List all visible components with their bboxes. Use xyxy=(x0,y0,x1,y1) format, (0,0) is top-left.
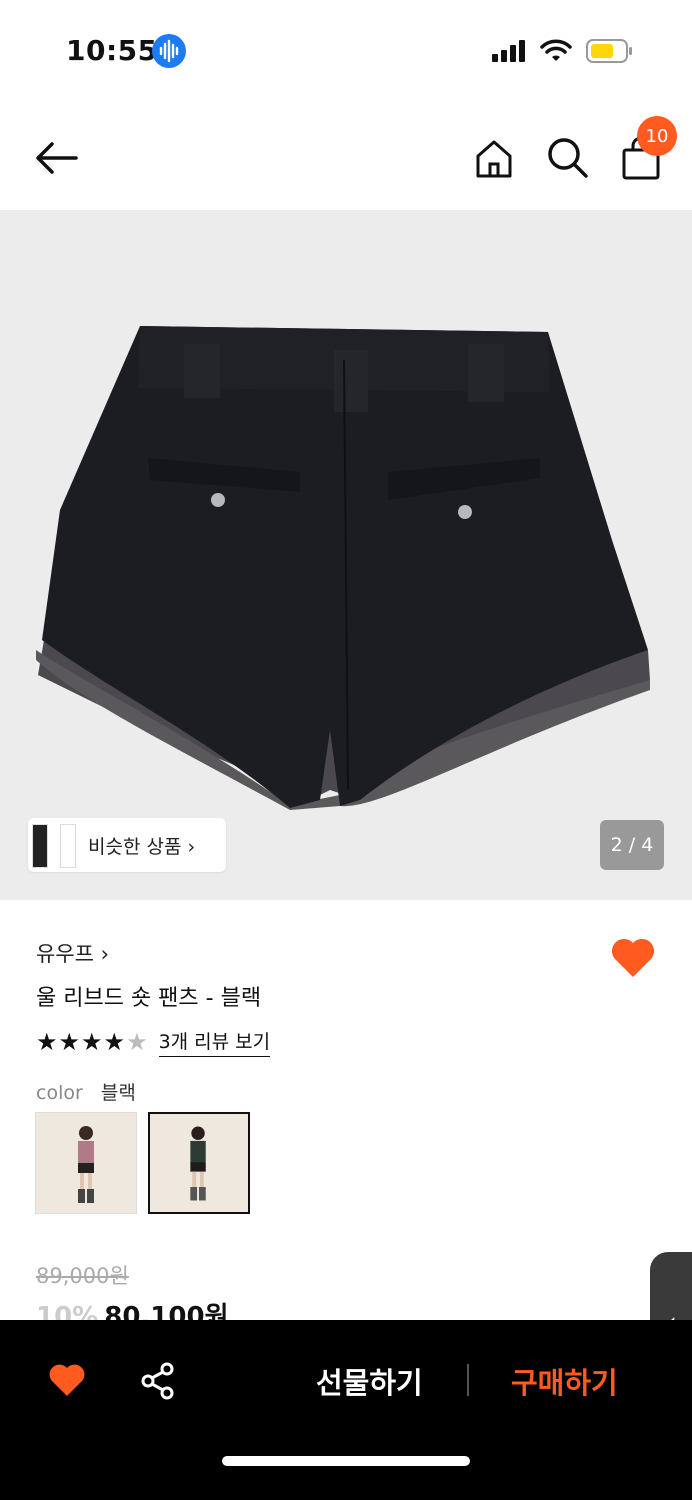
original-price: 89,000원 xyxy=(36,1264,129,1288)
sale-price: 80,100원 xyxy=(104,1302,229,1320)
similar-products-label: 비슷한 상품 › xyxy=(88,835,196,858)
wishlist-heart-icon[interactable] xyxy=(610,935,656,979)
product-image-gallery[interactable]: 비슷한 상품 › 2 / 4 xyxy=(0,210,692,900)
wifi-icon xyxy=(540,39,572,61)
buy-button[interactable]: 구매하기 xyxy=(511,1360,618,1402)
similar-thumbnails xyxy=(28,818,92,872)
rating-row: ★★★★★ 3개 리뷰 보기 xyxy=(36,1027,271,1057)
battery-icon xyxy=(586,39,632,63)
color-swatch-1[interactable] xyxy=(35,1112,137,1214)
color-row: color 블랙 xyxy=(36,1078,136,1105)
product-name: 울 리브드 숏 팬츠 - 블랙 xyxy=(36,986,262,1011)
top-nav: 10 xyxy=(0,110,692,206)
share-icon[interactable] xyxy=(140,1362,176,1400)
signal-icon xyxy=(492,40,525,62)
divider xyxy=(467,1364,469,1396)
rating-stars: ★★★★★ xyxy=(36,1028,149,1056)
color-swatch-2-selected[interactable] xyxy=(148,1112,250,1214)
like-heart-icon[interactable] xyxy=(48,1362,86,1398)
similar-products-button[interactable]: 비슷한 상품 › xyxy=(28,818,226,872)
status-bar: 10:55 xyxy=(0,0,692,100)
image-counter: 2 / 4 xyxy=(600,820,664,870)
bottom-action-bar: 선물하기 구매하기 xyxy=(0,1320,692,1500)
cart-count-badge: 10 xyxy=(637,116,677,156)
home-indicator xyxy=(222,1456,470,1466)
search-icon[interactable] xyxy=(544,134,590,180)
color-value: 블랙 xyxy=(100,1082,136,1104)
discount-percent: 10% xyxy=(36,1302,99,1320)
home-icon[interactable] xyxy=(472,136,516,180)
audio-recording-icon xyxy=(152,34,186,68)
reviews-link[interactable]: 3개 리뷰 보기 xyxy=(158,1027,271,1057)
brand-link[interactable]: 유우프 › xyxy=(36,938,109,968)
color-label: color xyxy=(36,1082,83,1104)
gift-button[interactable]: 선물하기 xyxy=(316,1360,423,1402)
product-image xyxy=(36,326,650,810)
sale-price-row: 10% 80,100원 xyxy=(36,1296,229,1320)
status-time: 10:55 xyxy=(66,34,158,67)
back-arrow-icon[interactable] xyxy=(30,134,82,182)
